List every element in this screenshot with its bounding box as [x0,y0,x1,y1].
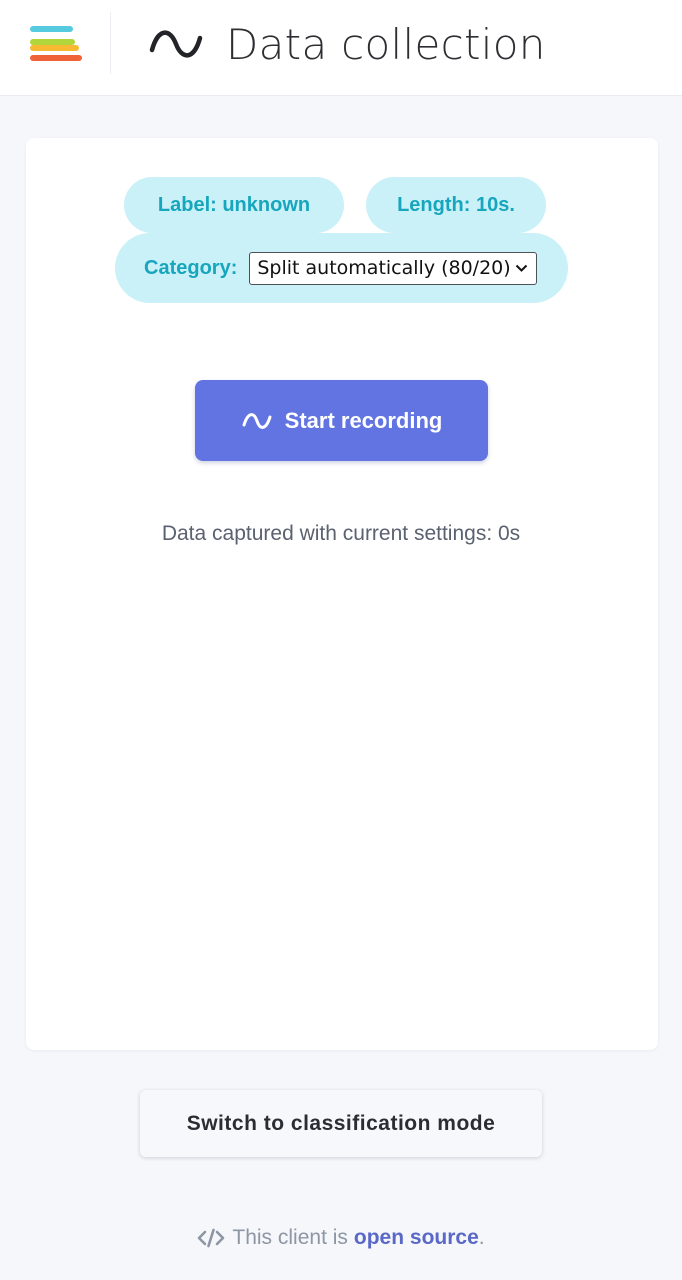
footer-suffix: . [478,1226,485,1249]
category-selector: Category: Split automatically (80/20) [115,233,568,303]
wave-icon [148,24,204,64]
category-label: Category: [144,256,238,279]
header-divider [110,12,111,74]
start-recording-label: Start recording [284,407,443,433]
footer-text: This client is [232,1226,348,1249]
category-select[interactable]: Split automatically (80/20) [249,251,538,285]
length-badge: Length: 10s. [366,177,546,233]
captured-status: Data captured with current settings: 0s [161,522,521,545]
footer: This client is open source . [0,1224,682,1252]
switch-mode-button[interactable]: Switch to classification mode [140,1090,542,1157]
category-select-value: Split automatically (80/20) [257,257,511,279]
label-badge: Label: unknown [124,177,344,233]
wave-icon [242,412,272,429]
open-source-link[interactable]: open source [354,1226,479,1250]
start-recording-button[interactable]: Start recording [195,380,488,461]
code-icon [198,1228,225,1248]
menu-icon[interactable] [26,22,84,66]
page-title: Data collection [226,20,546,69]
chevron-down-icon [516,264,528,272]
app-header: Data collection [0,0,682,96]
